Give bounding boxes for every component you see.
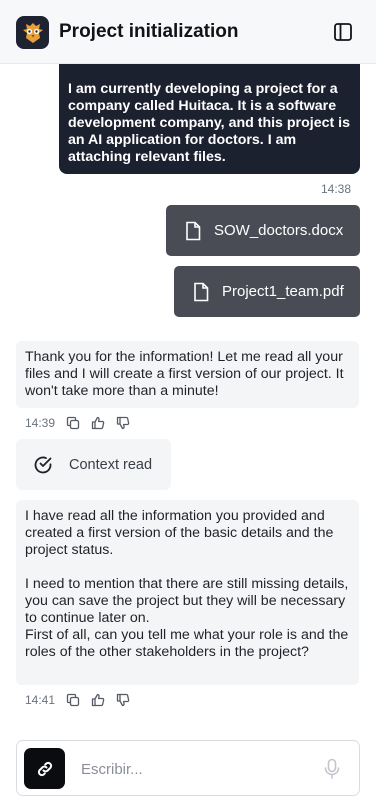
assistant-message: I have read all the information you prov… — [16, 500, 359, 685]
thumbs-down-icon[interactable] — [116, 693, 130, 707]
thumbs-down-icon[interactable] — [116, 416, 130, 430]
file-attachment[interactable]: SOW_doctors.docx — [166, 205, 360, 256]
context-read-label: Context read — [69, 456, 153, 473]
microphone-icon[interactable] — [322, 758, 342, 785]
thumbs-up-icon[interactable] — [91, 693, 105, 707]
assistant-message: Thank you for the information! Let me re… — [16, 341, 359, 408]
check-circle-icon — [34, 456, 52, 473]
message-actions: 14:41 — [25, 693, 130, 707]
app-header: Project initialization — [0, 0, 376, 64]
user-message: I am currently developing a project for … — [59, 64, 360, 174]
file-icon — [186, 221, 201, 240]
sidebar-toggle-icon[interactable] — [332, 21, 354, 43]
user-message-time: 14:38 — [320, 182, 351, 196]
link-icon — [37, 761, 52, 776]
copy-icon[interactable] — [66, 693, 80, 707]
message-actions: 14:39 — [25, 416, 130, 430]
copy-icon[interactable] — [66, 416, 80, 430]
context-read-status: Context read — [16, 439, 171, 490]
file-name: Project1_team.pdf — [222, 283, 344, 300]
page-title: Project initialization — [59, 21, 239, 42]
attach-button[interactable] — [24, 748, 65, 789]
file-icon — [194, 282, 209, 301]
file-attachment[interactable]: Project1_team.pdf — [174, 266, 360, 317]
owl-logo-icon — [16, 16, 49, 49]
file-name: SOW_doctors.docx — [214, 222, 344, 239]
message-time: 14:41 — [25, 693, 56, 707]
chat-messages[interactable]: I am currently developing a project for … — [0, 64, 376, 732]
message-composer — [16, 740, 360, 796]
message-input[interactable] — [81, 755, 301, 783]
thumbs-up-icon[interactable] — [91, 416, 105, 430]
message-time: 14:39 — [25, 416, 56, 430]
